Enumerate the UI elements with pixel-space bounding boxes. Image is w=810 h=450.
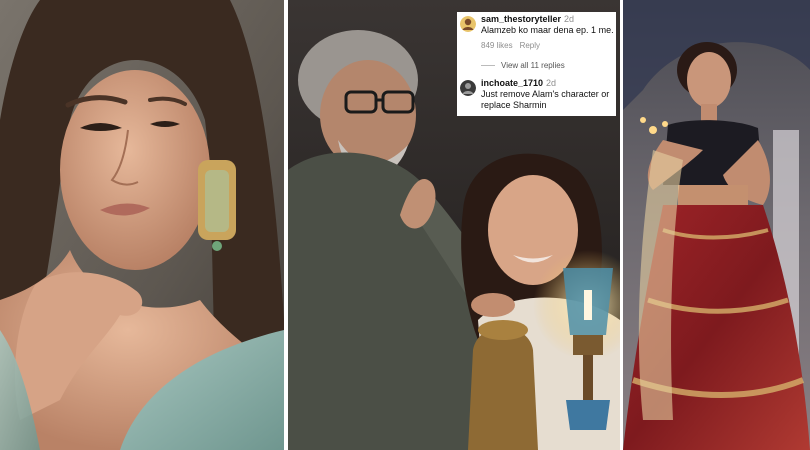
avatar[interactable] bbox=[460, 16, 476, 32]
comment-time: 2d bbox=[546, 78, 557, 88]
comment-time: 2d bbox=[564, 14, 575, 24]
comment-username[interactable]: inchoate_1710 bbox=[481, 78, 543, 88]
user-avatar-icon bbox=[460, 16, 476, 32]
comments-overlay: sam_thestoryteller 2d Alamzeb ko maar den… bbox=[457, 12, 616, 116]
left-photo-panel bbox=[0, 0, 284, 450]
view-replies-link[interactable]: View all 11 replies bbox=[481, 61, 565, 71]
portrait-woman-teal-outfit bbox=[0, 0, 284, 450]
comment-username[interactable]: sam_thestoryteller bbox=[481, 14, 561, 24]
right-photo-panel bbox=[623, 0, 810, 450]
woman-red-lehenga bbox=[623, 0, 810, 450]
comment-text: Alamzeb ko maar dena ep. 1 me. bbox=[481, 25, 614, 35]
avatar[interactable] bbox=[460, 80, 476, 96]
comment-likes[interactable]: 849 likes bbox=[481, 41, 513, 50]
user-avatar-icon bbox=[460, 80, 476, 96]
comment-text: Just remove Alam's character or replace … bbox=[481, 89, 610, 110]
replies-divider bbox=[481, 65, 495, 67]
reply-button[interactable]: Reply bbox=[520, 41, 540, 50]
view-replies-label: View all 11 replies bbox=[501, 61, 565, 70]
